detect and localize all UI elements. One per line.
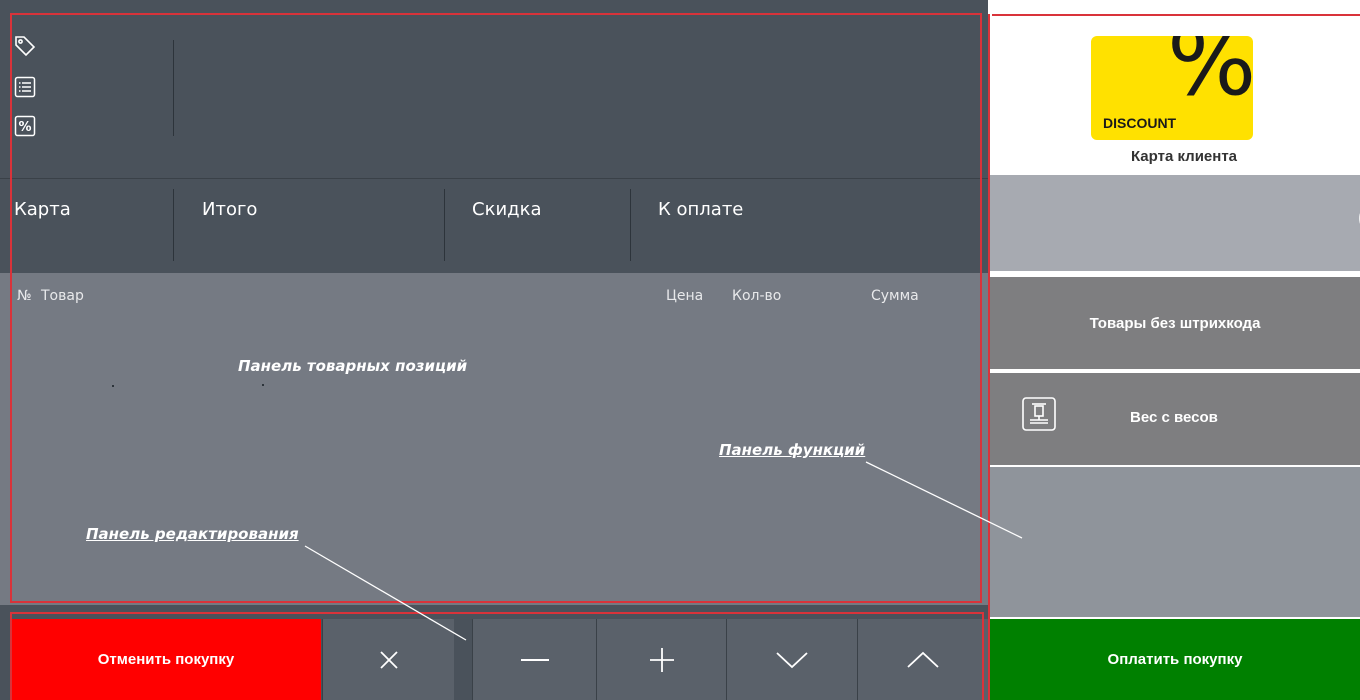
plus-icon bbox=[649, 647, 675, 673]
column-sum: Сумма bbox=[871, 288, 919, 304]
edit-panel-annotation: Панель редактирования bbox=[86, 525, 299, 543]
list-icon[interactable] bbox=[14, 76, 36, 98]
column-price: Цена bbox=[666, 288, 704, 304]
increase-quantity-button[interactable] bbox=[596, 619, 726, 700]
discount-label: Скидка bbox=[472, 199, 542, 220]
header-divider bbox=[173, 40, 174, 136]
chevron-up-icon bbox=[907, 651, 939, 669]
column-quantity: Кол-во bbox=[732, 288, 782, 304]
pay-purchase-button[interactable]: Оплатить покупку bbox=[990, 619, 1360, 700]
svg-text:%: % bbox=[18, 120, 31, 135]
functions-empty-area bbox=[990, 467, 1360, 617]
speck bbox=[262, 384, 264, 386]
speck bbox=[112, 385, 114, 387]
cancel-purchase-button[interactable]: Отменить покупку bbox=[11, 619, 321, 700]
scale-icon bbox=[1021, 396, 1057, 432]
totals-divider bbox=[630, 189, 631, 261]
delete-button[interactable] bbox=[322, 619, 454, 700]
items-panel[interactable]: № Товар Цена Кол-во Сумма bbox=[0, 273, 988, 605]
functions-panel: % DISCOUNT Карта клиента 0 Товары без шт… bbox=[988, 0, 1360, 700]
discount-card-text: DISCOUNT bbox=[1103, 115, 1177, 131]
discount-card-symbol: % bbox=[1167, 36, 1253, 117]
to-pay-label: К оплате bbox=[658, 199, 744, 220]
chevron-down-icon bbox=[776, 651, 808, 669]
receipt-header-panel: % bbox=[0, 0, 988, 178]
edit-bar: Отменить покупку bbox=[0, 605, 988, 700]
percent-icon[interactable]: % bbox=[14, 115, 36, 137]
functions-panel-frame bbox=[988, 14, 990, 700]
minus-icon bbox=[520, 649, 550, 671]
scale-weight-label: Вес с весов bbox=[1130, 409, 1218, 426]
totals-divider bbox=[173, 189, 174, 261]
column-number: № bbox=[17, 288, 32, 304]
close-icon bbox=[378, 649, 400, 671]
discount-card-icon: % DISCOUNT bbox=[1091, 36, 1253, 140]
previous-item-button[interactable] bbox=[857, 619, 988, 700]
totals-divider bbox=[444, 189, 445, 261]
functions-panel-annotation: Панель функций bbox=[719, 441, 866, 459]
next-item-button[interactable] bbox=[726, 619, 857, 700]
total-label: Итого bbox=[202, 199, 258, 220]
column-product: Товар bbox=[41, 288, 84, 304]
decrease-quantity-button[interactable] bbox=[472, 619, 596, 700]
customer-card-box[interactable]: % DISCOUNT Карта клиента bbox=[992, 14, 1360, 172]
scale-weight-button[interactable]: Вес с весов bbox=[990, 373, 1360, 465]
totals-row: Карта Итого Скидка К оплате bbox=[0, 178, 988, 273]
card-label: Карта bbox=[14, 199, 71, 220]
items-panel-annotation: Панель товарных позиций bbox=[238, 357, 468, 375]
customer-card-caption: Карта клиента bbox=[1130, 148, 1238, 165]
price-tag-icon[interactable] bbox=[14, 35, 36, 57]
no-barcode-goods-button[interactable]: Товары без штрихкода bbox=[990, 277, 1360, 369]
amount-display: 0 bbox=[990, 175, 1360, 271]
